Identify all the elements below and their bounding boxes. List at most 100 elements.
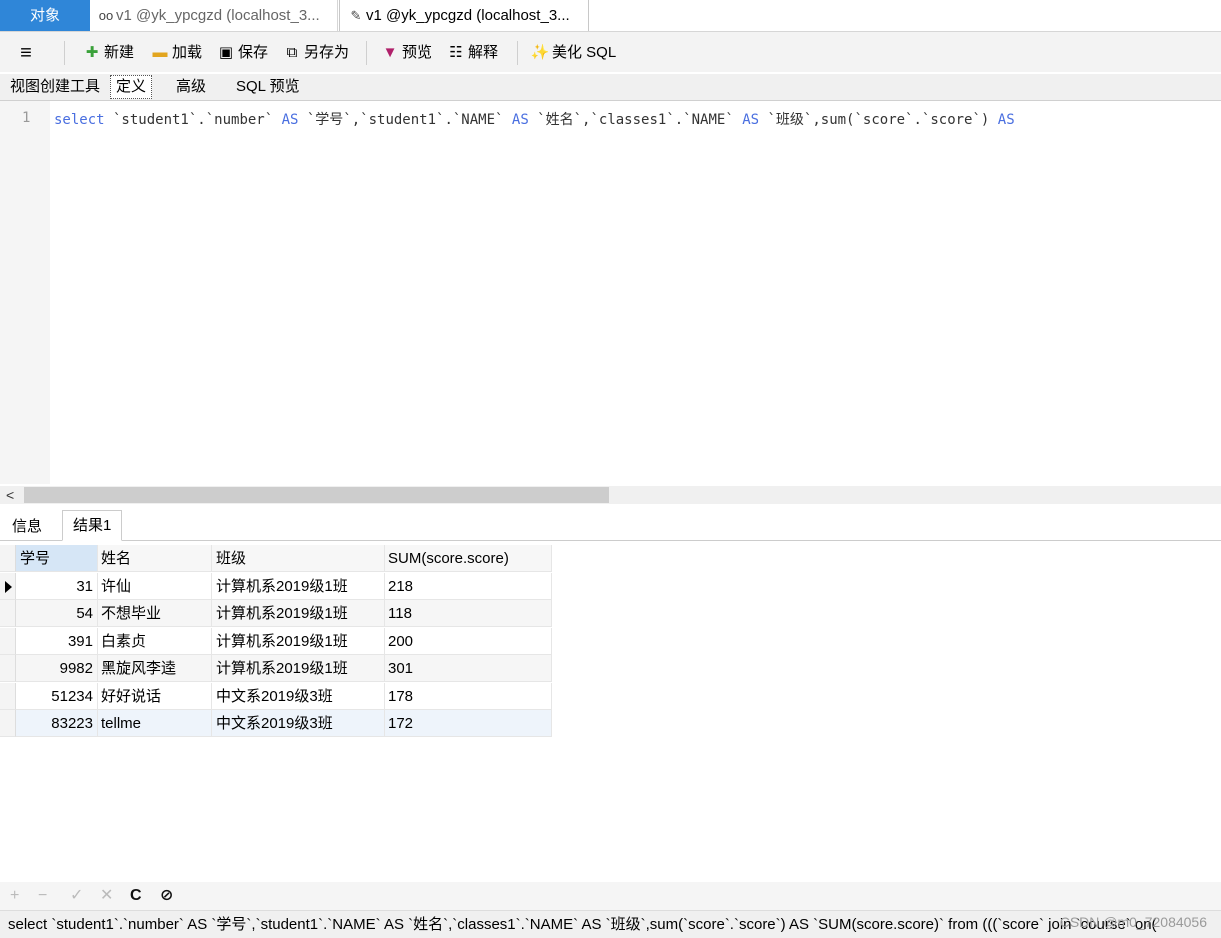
cell-name[interactable]: 白素贞: [98, 627, 212, 655]
view-design-icon: ✎: [350, 8, 362, 23]
cell-class[interactable]: 计算机系2019级1班: [212, 572, 385, 600]
cell-name[interactable]: tellme: [98, 710, 212, 737]
result-tabs: 信息 结果1: [0, 510, 1221, 541]
current-row-arrow-icon: [5, 580, 12, 593]
discard-changes-icon[interactable]: ✕: [100, 886, 113, 906]
row-indicator[interactable]: [0, 710, 16, 737]
load-button[interactable]: ▬ 加载: [150, 41, 203, 65]
load-label: 加载: [172, 44, 203, 61]
apply-changes-icon[interactable]: ✓: [70, 886, 83, 906]
magic-wand-icon: ✨: [530, 44, 550, 62]
cell-class[interactable]: 中文系2019级3班: [212, 710, 385, 737]
cell-number[interactable]: 54: [16, 600, 98, 627]
line-number: 1: [22, 110, 31, 126]
toolbar: ≡ ✚ 新建 ▬ 加载 ▣ 保存 ⧉ 另存为 ▼ 预览 ☷ 解释 ✨ 美化 SQL: [0, 32, 1221, 72]
cell-sum-score[interactable]: 200: [385, 627, 552, 655]
cell-number[interactable]: 391: [16, 627, 98, 655]
preview-button[interactable]: ▼ 预览: [380, 41, 432, 65]
cell-name[interactable]: 黑旋风李逵: [98, 655, 212, 682]
toolbar-divider: [366, 41, 367, 65]
toolbar-divider: [517, 41, 518, 65]
scroll-left-icon[interactable]: <: [6, 486, 14, 504]
tab-advanced[interactable]: 高级: [176, 74, 206, 100]
new-label: 新建: [104, 44, 135, 61]
cell-class[interactable]: 计算机系2019级1班: [212, 655, 385, 682]
column-header-name[interactable]: 姓名: [98, 545, 212, 572]
folder-icon: ▬: [152, 44, 168, 62]
tab-definition[interactable]: 定义: [110, 75, 153, 99]
row-indicator[interactable]: [0, 682, 16, 710]
cell-name[interactable]: 好好说话: [98, 682, 212, 710]
tab-view-v1-inactive[interactable]: oo v1 @yk_ypcgzd (localhost_3...: [90, 0, 338, 31]
preview-label: 预览: [402, 44, 433, 61]
column-header-class[interactable]: 班级: [212, 545, 385, 572]
beautify-sql-button[interactable]: ✨ 美化 SQL: [530, 41, 617, 65]
beautify-sql-label: 美化 SQL: [552, 44, 617, 61]
cell-sum-score[interactable]: 118: [385, 600, 552, 627]
sql-editor[interactable]: 1 select `student1`.`number` AS `学号`,`st…: [0, 101, 1221, 484]
status-bar: select `student1`.`number` AS `学号`,`stud…: [0, 910, 1221, 938]
row-indicator[interactable]: [0, 655, 16, 682]
tab-objects[interactable]: 对象: [0, 0, 90, 31]
row-indicator[interactable]: [0, 600, 16, 627]
cell-sum-score[interactable]: 218: [385, 572, 552, 600]
menu-button[interactable]: ≡: [16, 41, 38, 65]
column-header-number[interactable]: 学号: [16, 545, 98, 572]
delete-record-icon[interactable]: −: [38, 886, 47, 906]
cell-class[interactable]: 中文系2019级3班: [212, 682, 385, 710]
save-icon: ▣: [218, 44, 234, 62]
row-indicator[interactable]: [0, 627, 16, 655]
row-indicator[interactable]: [0, 572, 16, 600]
editor-horizontal-scrollbar[interactable]: <: [0, 486, 1221, 504]
save-as-button[interactable]: ⧉ 另存为: [282, 41, 349, 65]
new-icon: ✚: [85, 44, 99, 62]
sql-keyword: AS: [281, 112, 299, 128]
refresh-icon[interactable]: C: [130, 886, 142, 906]
cell-sum-score[interactable]: 172: [385, 710, 552, 737]
cell-name[interactable]: 不想毕业: [98, 600, 212, 627]
cell-number[interactable]: 9982: [16, 655, 98, 682]
sql-keyword: AS: [511, 112, 529, 128]
grid-action-bar: + − ✓ ✕ C ⊘: [0, 882, 1221, 910]
row-indicator-header: [0, 545, 16, 572]
sql-text: `班级`,sum(`score`.`score`): [759, 112, 998, 128]
column-header-sum-score[interactable]: SUM(score.score): [385, 545, 552, 572]
cell-sum-score[interactable]: 301: [385, 655, 552, 682]
explain-button[interactable]: ☷ 解释: [446, 41, 498, 65]
cell-number[interactable]: 83223: [16, 710, 98, 737]
status-sql-text: select `student1`.`number` AS `学号`,`stud…: [8, 916, 1157, 933]
sql-text: `学号`,`student1`.`NAME`: [298, 112, 512, 128]
tab-view-builder[interactable]: 视图创建工具: [10, 74, 100, 100]
tab-result1[interactable]: 结果1: [62, 510, 123, 541]
tab-view-v1-inactive-label: v1 @yk_ypcgzd (localhost_3...: [116, 7, 320, 24]
scrollbar-thumb[interactable]: [24, 487, 609, 503]
tab-view-v1-active-label: v1 @yk_ypcgzd (localhost_3...: [366, 7, 570, 24]
watermark: CSDN @m0_72084056: [1059, 914, 1207, 930]
add-record-icon[interactable]: +: [10, 886, 19, 906]
cell-sum-score[interactable]: 178: [385, 682, 552, 710]
save-button[interactable]: ▣ 保存: [216, 41, 268, 65]
save-as-icon: ⧉: [286, 44, 298, 62]
tab-view-v1-active[interactable]: ✎ v1 @yk_ypcgzd (localhost_3...: [339, 0, 589, 31]
cell-number[interactable]: 51234: [16, 682, 98, 710]
new-button[interactable]: ✚ 新建: [82, 41, 134, 65]
cell-class[interactable]: 计算机系2019级1班: [212, 600, 385, 627]
stop-icon[interactable]: ⊘: [160, 886, 173, 906]
explain-label: 解释: [468, 44, 499, 61]
sql-code-line[interactable]: select `student1`.`number` AS `学号`,`stud…: [54, 109, 1015, 129]
cell-number[interactable]: 31: [16, 572, 98, 600]
tab-info[interactable]: 信息: [12, 514, 42, 540]
sql-text: `student1`.`number`: [104, 112, 282, 128]
sql-keyword: AS: [742, 112, 760, 128]
explain-icon: ☷: [449, 44, 463, 62]
window-tab-bar: 对象 oo v1 @yk_ypcgzd (localhost_3... ✎ v1 @…: [0, 0, 1221, 32]
designer-subtabs: 视图创建工具 定义 高级 SQL 预览: [0, 74, 1221, 101]
tab-sql-preview[interactable]: SQL 预览: [236, 74, 300, 100]
save-label: 保存: [238, 44, 269, 61]
save-as-label: 另存为: [304, 44, 350, 61]
line-number-gutter: 1: [0, 101, 50, 484]
cell-name[interactable]: 许仙: [98, 572, 212, 600]
glasses-icon: oo: [98, 8, 114, 23]
cell-class[interactable]: 计算机系2019级1班: [212, 627, 385, 655]
sql-keyword: AS: [997, 112, 1015, 128]
